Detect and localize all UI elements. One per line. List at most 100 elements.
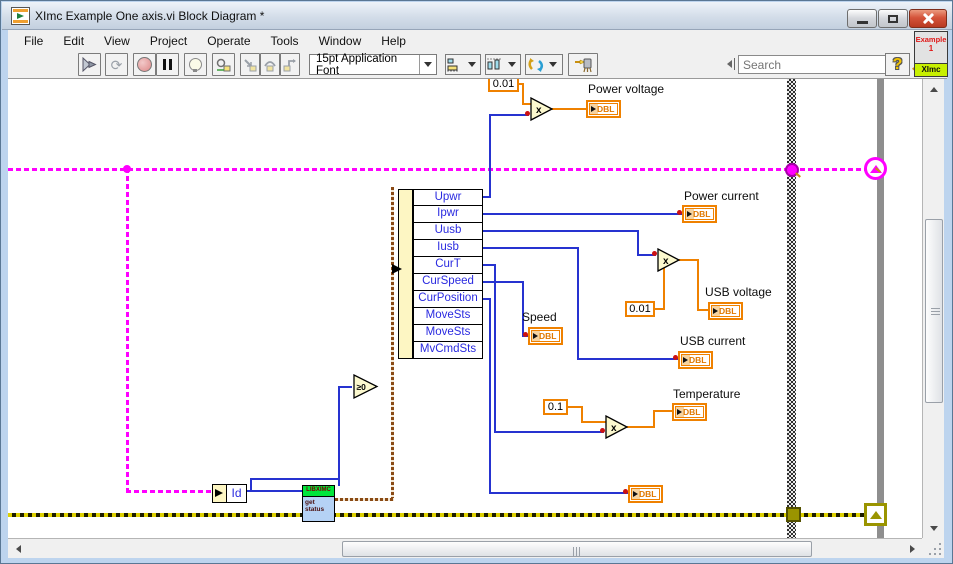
- indicator-usb-current[interactable]: DBL: [678, 351, 713, 369]
- libximc-get-status-subvi[interactable]: LIBXIMC get status: [302, 485, 335, 522]
- maximize-button[interactable]: [878, 9, 908, 28]
- wire-usb-voltage-out[interactable]: [697, 309, 708, 311]
- wire-device-id[interactable]: [245, 490, 302, 492]
- wire-cluster-magenta[interactable]: [126, 490, 214, 493]
- unbundle-field-id[interactable]: Id: [227, 484, 247, 503]
- minimize-button[interactable]: [847, 9, 877, 28]
- unbundle-field[interactable]: Iusb: [413, 240, 483, 257]
- menu-window[interactable]: Window: [309, 32, 372, 50]
- magenta-tunnel[interactable]: [785, 163, 799, 177]
- unbundle-field[interactable]: Uusb: [413, 223, 483, 240]
- wire-device-id[interactable]: [250, 478, 252, 492]
- shift-register-olive[interactable]: [864, 503, 887, 526]
- unbundle-field[interactable]: Ipwr: [413, 206, 483, 223]
- wire-cluster-magenta[interactable]: [8, 168, 866, 171]
- wire-error-olive[interactable]: [8, 513, 868, 517]
- constant-power-scale[interactable]: 0.01: [488, 79, 519, 92]
- menu-view[interactable]: View: [94, 32, 140, 50]
- wire-iusb[interactable]: [483, 247, 579, 249]
- unbundle-by-name-node[interactable]: Upwr Ipwr Uusb Iusb CurT CurSpeed CurPos…: [398, 189, 483, 359]
- wire-power-scale[interactable]: [522, 83, 524, 105]
- shift-register-magenta[interactable]: [864, 157, 887, 180]
- retain-wire-values-button[interactable]: [212, 53, 235, 76]
- wire-cluster-magenta[interactable]: [126, 168, 129, 493]
- wire-curspeed[interactable]: [522, 281, 524, 337]
- highlight-execution-button[interactable]: [184, 53, 207, 76]
- scroll-down-button[interactable]: [925, 520, 943, 536]
- wire-iusb[interactable]: [577, 358, 678, 360]
- wire-device-id[interactable]: [250, 478, 340, 480]
- wire-curspeed[interactable]: [483, 281, 524, 283]
- menu-edit[interactable]: Edit: [53, 32, 94, 50]
- indicator-power-voltage[interactable]: DBL: [586, 100, 621, 118]
- distribute-objects-dropdown[interactable]: [485, 54, 521, 75]
- scroll-right-button[interactable]: [904, 541, 920, 557]
- wire-ipwr[interactable]: [483, 213, 682, 215]
- title-bar[interactable]: XImc Example One axis.vi Block Diagram *: [2, 2, 952, 30]
- help-button[interactable]: ?: [885, 53, 910, 76]
- unbundle-field[interactable]: MvCmdSts: [413, 342, 483, 359]
- reorder-objects-dropdown[interactable]: [525, 54, 563, 75]
- wire-status-cluster[interactable]: [391, 187, 394, 500]
- wire-upwr[interactable]: [489, 114, 529, 116]
- wire-usb-voltage-out[interactable]: [697, 259, 699, 311]
- indicator-label[interactable]: USB voltage: [705, 285, 772, 299]
- constant-temp-scale[interactable]: 0.1: [543, 399, 568, 415]
- scroll-up-button[interactable]: [925, 81, 943, 97]
- unbundle-field[interactable]: MoveSts: [413, 325, 483, 342]
- indicator-label[interactable]: Power current: [684, 189, 759, 203]
- run-button[interactable]: [78, 53, 101, 76]
- cleanup-diagram-button[interactable]: [568, 53, 598, 76]
- while-loop-border[interactable]: [877, 79, 884, 538]
- run-continuous-button[interactable]: ⟳: [105, 53, 128, 76]
- abort-button[interactable]: [133, 53, 156, 76]
- indicator-label[interactable]: Temperature: [673, 387, 740, 401]
- wire-curposition[interactable]: [489, 492, 628, 494]
- wire-status-cluster[interactable]: [335, 498, 394, 501]
- wire-temperature-out[interactable]: [653, 410, 672, 412]
- wire-power-voltage-out[interactable]: [552, 108, 586, 110]
- olive-tunnel[interactable]: [786, 507, 801, 522]
- wire-usb-scale[interactable]: [663, 268, 665, 310]
- unbundle-field[interactable]: MoveSts: [413, 308, 483, 325]
- toolbar-collapse-icon[interactable]: [727, 60, 732, 68]
- unbundle-field[interactable]: CurPosition: [413, 291, 483, 308]
- unbundle-field[interactable]: Upwr: [413, 189, 483, 206]
- step-out-button[interactable]: [280, 53, 300, 76]
- step-over-button[interactable]: [260, 53, 280, 76]
- close-button[interactable]: [909, 9, 947, 28]
- multiply-node[interactable]: x: [529, 97, 554, 122]
- menu-operate[interactable]: Operate: [197, 32, 260, 50]
- horizontal-scrollbar-thumb[interactable]: [342, 541, 812, 557]
- wire-temperature-out[interactable]: [627, 426, 655, 428]
- search-input[interactable]: [739, 57, 902, 72]
- wire-curposition[interactable]: [489, 298, 491, 494]
- menu-help[interactable]: Help: [371, 32, 416, 50]
- vertical-scrollbar[interactable]: [922, 79, 944, 538]
- multiply-node[interactable]: x: [604, 415, 629, 440]
- indicator-usb-voltage[interactable]: DBL: [708, 302, 743, 320]
- unbundle-field[interactable]: CurT: [413, 257, 483, 274]
- wire-upwr[interactable]: [489, 115, 491, 198]
- wire-device-id[interactable]: [338, 386, 340, 486]
- indicator-position[interactable]: DBL: [628, 485, 663, 503]
- wire-iusb[interactable]: [577, 247, 579, 360]
- multiply-node[interactable]: x: [656, 248, 681, 273]
- indicator-power-current[interactable]: DBL: [682, 205, 717, 223]
- unbundle-id-node[interactable]: Id: [212, 484, 247, 503]
- block-diagram-canvas[interactable]: 0.01 0.01 0.1 x x x ≥0 Power voltage Pow…: [8, 79, 922, 538]
- vi-icon-badge[interactable]: Example 1 XImc: [914, 31, 948, 77]
- sequence-structure-border[interactable]: [787, 79, 796, 538]
- constant-usb-scale[interactable]: 0.01: [625, 301, 655, 317]
- greater-equal-zero-node[interactable]: ≥0: [352, 374, 379, 400]
- wire-temperature-out[interactable]: [653, 410, 655, 428]
- wire-curt[interactable]: [494, 264, 496, 433]
- pause-button[interactable]: [156, 53, 179, 76]
- wire-uusb[interactable]: [483, 230, 639, 232]
- menu-project[interactable]: Project: [140, 32, 197, 50]
- unbundle-input-strip[interactable]: [398, 189, 413, 359]
- resize-grip[interactable]: [922, 538, 944, 558]
- indicator-label[interactable]: USB current: [680, 334, 745, 348]
- step-into-button[interactable]: [240, 53, 260, 76]
- wire-device-id[interactable]: [338, 386, 352, 388]
